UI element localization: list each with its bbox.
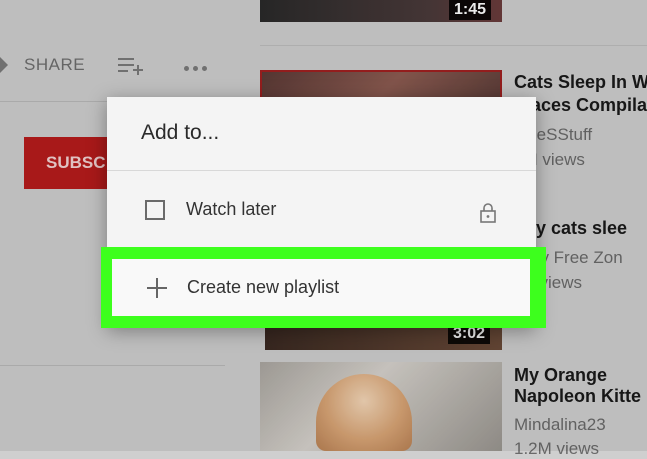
watch-later-checkbox[interactable]: [145, 199, 165, 220]
plus-icon: [147, 277, 167, 298]
dialog-title: Add to...: [141, 121, 220, 144]
create-playlist-label: Create new playlist: [187, 277, 340, 297]
lock-icon: [480, 203, 496, 228]
divider: [107, 170, 536, 171]
create-new-playlist-button[interactable]: Create new playlist: [112, 259, 530, 316]
watch-later-label: Watch later: [186, 199, 277, 219]
watch-later-option[interactable]: Watch later: [145, 199, 276, 220]
